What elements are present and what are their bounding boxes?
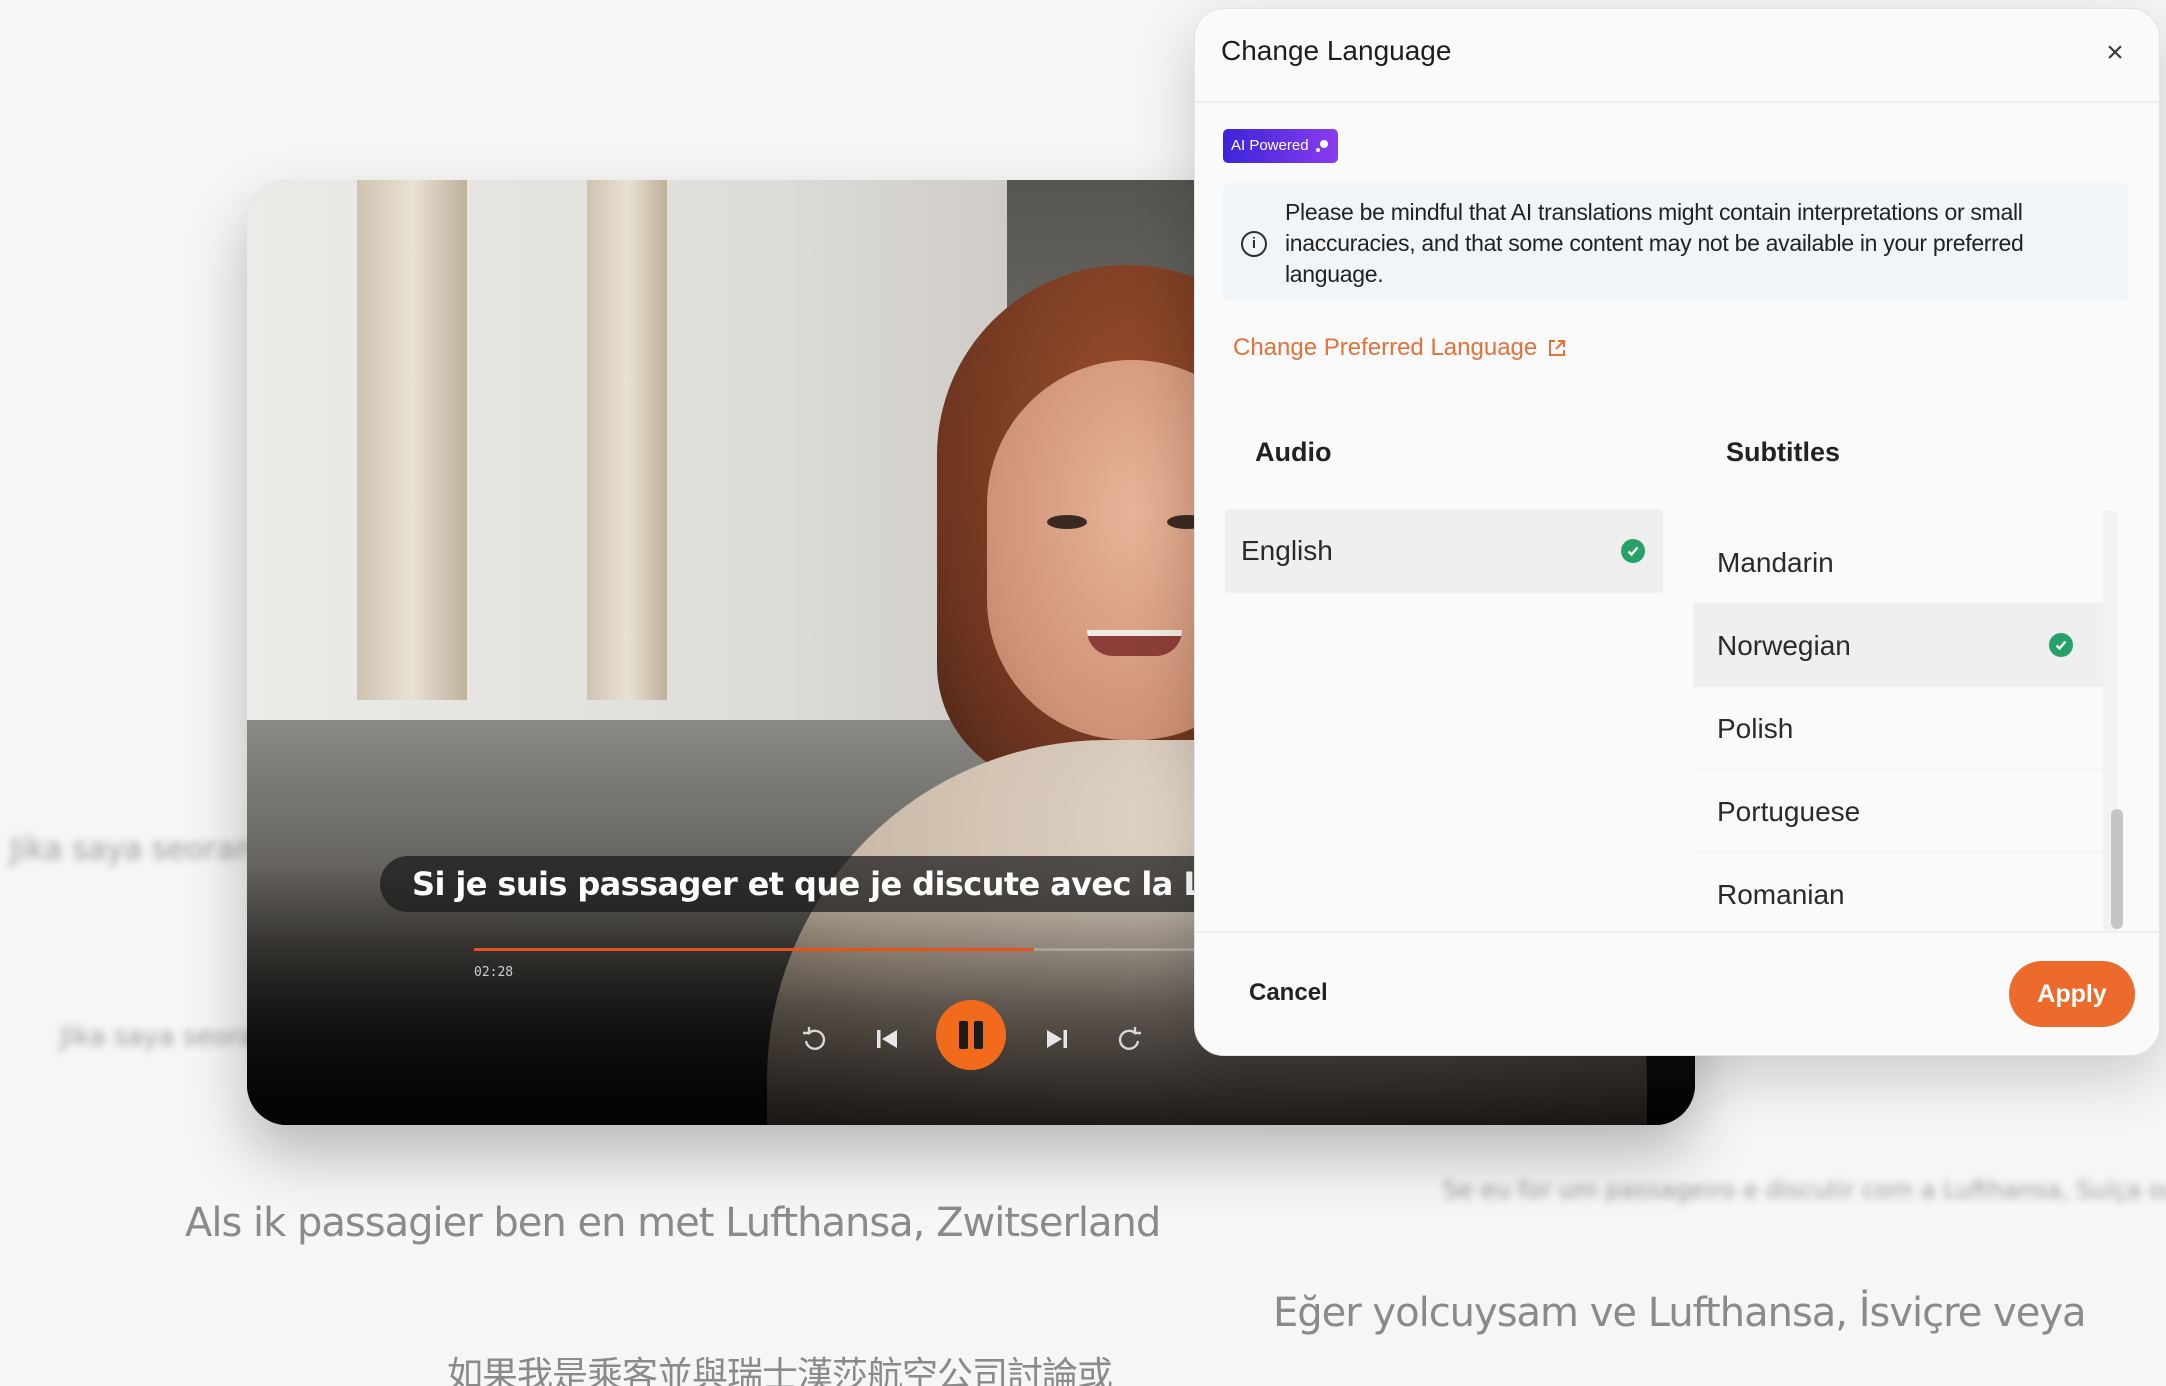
subtitles-heading: Subtitles [1726, 437, 1841, 467]
bg-caption-dutch: Als ik passagier ben en met Lufthansa, Z… [185, 1200, 1161, 1246]
dialog-title: Change Language [1221, 35, 1452, 66]
divider [1195, 101, 2159, 103]
audio-option-english[interactable]: English [1225, 509, 1663, 593]
playback-time: 02:28 [474, 965, 514, 980]
skip-previous-icon[interactable] [862, 1014, 912, 1064]
bg-caption-turkish: Eğer yolcuysam ve Lufthansa, İsviçre vey… [1273, 1290, 2086, 1336]
ai-notice: i Please be mindful that AI translations… [1223, 183, 2128, 301]
ai-powered-badge: AI Powered [1223, 129, 1338, 163]
bg-caption-faded-right: Se eu for um passageiro e discutir com a… [1443, 1176, 2166, 1204]
skip-next-icon[interactable] [1032, 1014, 1082, 1064]
info-icon: i [1241, 231, 1267, 257]
ai-notice-text: Please be mindful that AI translations m… [1285, 199, 2024, 287]
forward-10-icon[interactable] [1104, 1014, 1154, 1064]
divider [1195, 931, 2159, 933]
close-icon[interactable]: × [2101, 38, 2129, 68]
preferred-link-label: Change Preferred Language [1233, 334, 1538, 361]
bg-caption-chinese: 如果我是乘客並與瑞士漢莎航空公司討論或 [447, 1355, 1113, 1386]
stage: Jika saya seorang penumpang dan Jika say… [0, 0, 2166, 1386]
audio-heading: Audio [1255, 437, 1332, 467]
pause-icon [959, 1021, 968, 1049]
ai-badge-label: AI Powered [1231, 137, 1309, 154]
subtitle-option-label: Romanian [1717, 879, 1845, 910]
selected-check-icon [2049, 633, 2073, 657]
change-language-dialog: Change Language × AI Powered i Please be… [1194, 8, 2160, 1056]
subtitle-option-polish[interactable]: Polish [1693, 687, 2103, 770]
sparkle-icon [1315, 140, 1328, 152]
audio-option-label: English [1241, 535, 1333, 566]
subtitle-option-portuguese[interactable]: Portuguese [1693, 770, 2103, 853]
subtitle-option-romanian[interactable]: Romanian [1693, 853, 2103, 931]
subtitle-option-mandarin[interactable]: Mandarin [1693, 521, 2103, 604]
progress-fill [474, 948, 1034, 951]
change-preferred-language-link[interactable]: Change Preferred Language [1233, 334, 1567, 362]
replay-10-icon[interactable] [790, 1014, 840, 1064]
subtitles-scrollbar-thumb[interactable] [2111, 809, 2123, 929]
pause-button[interactable] [936, 1000, 1006, 1070]
subtitle-option-label: Norwegian [1717, 630, 1851, 661]
external-link-icon [1549, 340, 1566, 356]
subtitle-option-label: Mandarin [1717, 547, 1834, 578]
cancel-button[interactable]: Cancel [1249, 979, 1328, 1007]
apply-button[interactable]: Apply [2009, 961, 2135, 1027]
selected-check-icon [1621, 539, 1645, 563]
subtitle-option-norwegian[interactable]: Norwegian [1693, 604, 2103, 687]
subtitle-option-label: Portuguese [1717, 796, 1861, 827]
subtitle-option-label: Polish [1717, 713, 1794, 744]
subtitles-list[interactable]: Mandarin Norwegian Polish Portuguese Rom… [1693, 511, 2103, 931]
